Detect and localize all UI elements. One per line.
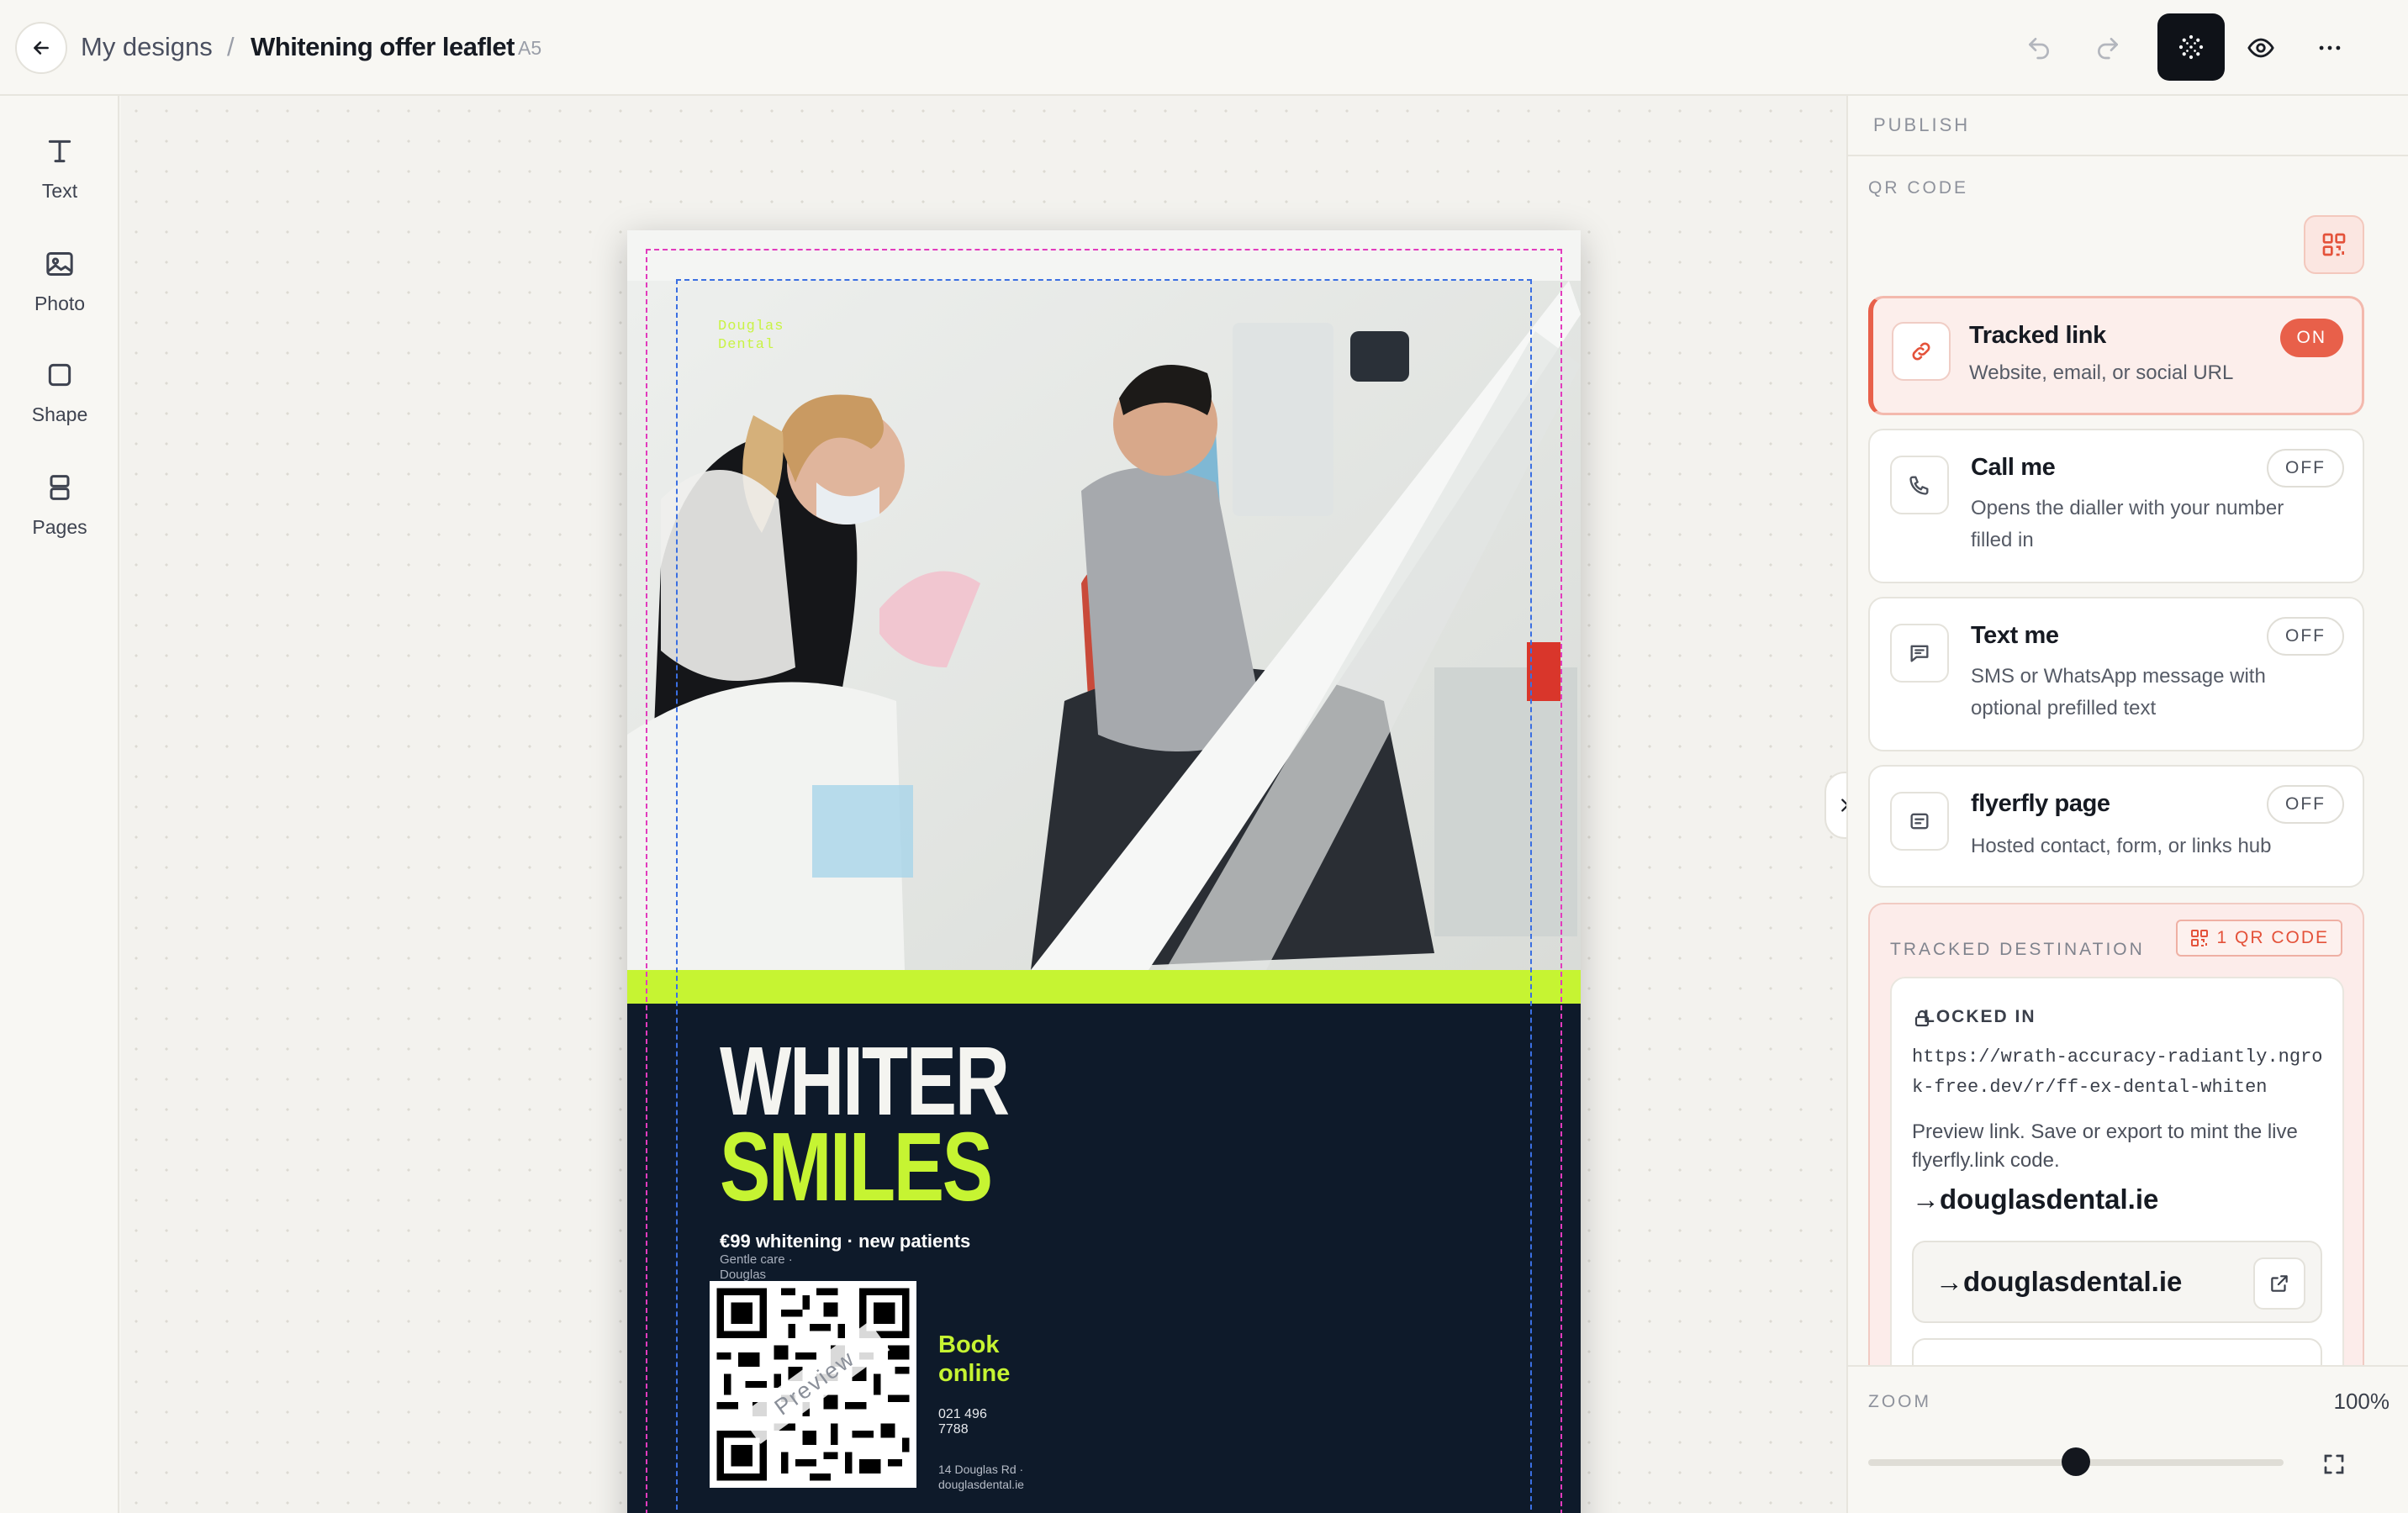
tool-pages-label: Pages bbox=[32, 516, 87, 538]
toggle-off-pill[interactable]: OFF bbox=[2267, 617, 2344, 656]
design-canvas[interactable]: Douglas Dental WHITER SMILES €99 whiteni… bbox=[121, 96, 1846, 1513]
photo-icon bbox=[46, 252, 73, 276]
locked-in-label: LOCKED IN bbox=[1924, 1007, 2036, 1026]
option-text-me-icon-box bbox=[1890, 624, 1949, 683]
preview-button[interactable] bbox=[2240, 27, 2282, 69]
option-text-me[interactable]: Text me SMS or WhatsApp message with opt… bbox=[1868, 597, 2364, 751]
destination-link-text: →douglasdental.ie bbox=[1935, 1266, 2183, 1297]
zoom-slider-thumb[interactable] bbox=[2062, 1447, 2090, 1476]
brand-line-1: Douglas bbox=[718, 319, 784, 335]
qr-mode-button[interactable] bbox=[2157, 13, 2225, 81]
pages-icon bbox=[50, 475, 70, 500]
tool-shape[interactable]: Shape bbox=[0, 350, 119, 442]
redo-button[interactable] bbox=[2087, 27, 2129, 69]
option-call-me[interactable]: Call me Opens the dialler with your numb… bbox=[1868, 429, 2364, 583]
tagline-line-1[interactable]: Gentle care · bbox=[720, 1252, 793, 1267]
destination-link-row[interactable]: →douglasdental.ie bbox=[1912, 1241, 2322, 1323]
headline-line-2[interactable]: SMILES bbox=[720, 1118, 993, 1215]
option-title: flyerfly page bbox=[1971, 790, 2110, 817]
option-desc: SMS or WhatsApp message with optional pr… bbox=[1971, 665, 2266, 720]
toggle-on-pill[interactable]: ON bbox=[2279, 319, 2343, 357]
tracked-destination-card: TRACKED DESTINATION 1 QR CODE LOCKED IN … bbox=[1868, 903, 2364, 1424]
link-icon bbox=[1912, 342, 1930, 361]
tool-photo-label: Photo bbox=[34, 293, 86, 314]
design-title[interactable]: Whitening offer leaflet bbox=[251, 32, 515, 62]
panel-divider bbox=[1848, 155, 2408, 156]
text-icon bbox=[48, 140, 71, 163]
arrow-left-icon bbox=[34, 41, 49, 55]
address-line-1[interactable]: 14 Douglas Rd · bbox=[938, 1463, 1023, 1476]
zoom-slider[interactable] bbox=[1868, 1447, 2284, 1476]
redo-icon bbox=[2098, 38, 2118, 60]
zoom-label: ZOOM bbox=[1868, 1392, 1931, 1411]
option-desc: Website, email, or social URL bbox=[1969, 361, 2234, 384]
address-line-2[interactable]: douglasdental.ie bbox=[938, 1478, 1024, 1491]
tool-text-label: Text bbox=[41, 180, 78, 202]
breadcrumb-separator: / bbox=[227, 32, 235, 61]
fit-to-screen-button[interactable] bbox=[2316, 1446, 2353, 1483]
toggle-off-pill[interactable]: OFF bbox=[2267, 449, 2344, 488]
qr-code-icon bbox=[2191, 930, 2209, 946]
option-flyerfly-page-icon-box bbox=[1890, 792, 1949, 851]
qr-section-label: QR CODE bbox=[1868, 178, 1969, 198]
tool-text[interactable]: Text bbox=[0, 126, 119, 219]
toggle-off-pill[interactable]: OFF bbox=[2267, 785, 2344, 824]
cta-line-2[interactable]: online bbox=[938, 1360, 1010, 1388]
tool-rail: Text Photo Shape Pages bbox=[0, 96, 119, 1513]
option-flyerfly-page[interactable]: flyerfly page Hosted contact, form, or l… bbox=[1868, 765, 2364, 888]
option-tracked-link-icon-box bbox=[1892, 322, 1951, 381]
qr-code-icon bbox=[2322, 233, 2346, 256]
zoom-value: 100% bbox=[2333, 1389, 2390, 1414]
fullscreen-icon bbox=[2324, 1454, 2344, 1474]
offer-text[interactable]: €99 whitening · new patients bbox=[720, 1231, 970, 1252]
tracked-destination-label: TRACKED DESTINATION bbox=[1890, 940, 2145, 959]
eye-icon bbox=[2247, 38, 2274, 58]
breadcrumb-my-designs[interactable]: My designs bbox=[81, 32, 213, 62]
zoom-controls: ZOOM 100% bbox=[1848, 1365, 2408, 1513]
back-button[interactable] bbox=[15, 22, 67, 74]
phone-line-2[interactable]: 7788 bbox=[938, 1422, 969, 1437]
option-desc: Opens the dialler with your number fille… bbox=[1971, 497, 2284, 551]
phone-line-1[interactable]: 021 496 bbox=[938, 1407, 987, 1422]
more-horizontal-icon bbox=[2319, 45, 2341, 50]
option-call-me-icon-box bbox=[1890, 456, 1949, 514]
phone-icon bbox=[1909, 476, 1929, 495]
publish-panel: PUBLISH QR CODE Tracked link Website, em… bbox=[1846, 96, 2408, 1513]
option-title: Call me bbox=[1971, 454, 2056, 481]
brand-line-2: Dental bbox=[718, 337, 775, 353]
external-link-icon bbox=[2271, 1275, 2288, 1292]
destination-domain: →douglasdental.ie bbox=[1912, 1184, 2159, 1215]
option-desc: Hosted contact, form, or links hub bbox=[1971, 835, 2272, 857]
undo-button[interactable] bbox=[2018, 27, 2060, 69]
qr-count-text: 1 QR CODE bbox=[2216, 928, 2329, 947]
leaflet-qr-code[interactable]: Preview bbox=[710, 1281, 916, 1488]
qr-code-button[interactable] bbox=[2304, 215, 2364, 274]
tool-shape-label: Shape bbox=[31, 403, 88, 425]
shape-icon bbox=[48, 363, 71, 387]
tagline-line-2[interactable]: Douglas bbox=[720, 1268, 766, 1282]
accent-stripe bbox=[627, 970, 1581, 1004]
option-title: Tracked link bbox=[1969, 322, 2106, 349]
tool-pages[interactable]: Pages bbox=[0, 462, 119, 555]
tool-photo[interactable]: Photo bbox=[0, 239, 119, 331]
more-menu-button[interactable] bbox=[2309, 27, 2351, 69]
leaflet-page[interactable]: Douglas Dental WHITER SMILES €99 whiteni… bbox=[627, 230, 1581, 1513]
message-icon bbox=[1910, 645, 1929, 662]
design-size-badge: A5 bbox=[518, 37, 542, 59]
panel-title: PUBLISH bbox=[1873, 114, 1971, 135]
qr-sparkle-icon bbox=[2178, 34, 2204, 60]
qr-count-badge: 1 QR CODE bbox=[2176, 920, 2342, 957]
open-external-button[interactable] bbox=[2253, 1257, 2305, 1310]
top-bar: My designs / Whitening offer leaflet A5 bbox=[0, 0, 2408, 96]
cta-line-1[interactable]: Book bbox=[938, 1331, 1000, 1359]
preview-note: Preview link. Save or export to mint the… bbox=[1912, 1120, 2298, 1172]
tracked-url[interactable]: https://wrath-accuracy-radiantly.ngrok-f… bbox=[1912, 1042, 2332, 1103]
option-title: Text me bbox=[1971, 622, 2059, 649]
page-icon bbox=[1910, 813, 1929, 830]
option-tracked-link[interactable]: Tracked link Website, email, or social U… bbox=[1868, 296, 2364, 415]
undo-icon bbox=[2029, 38, 2049, 60]
brand-logo[interactable]: Douglas Dental bbox=[718, 318, 784, 355]
